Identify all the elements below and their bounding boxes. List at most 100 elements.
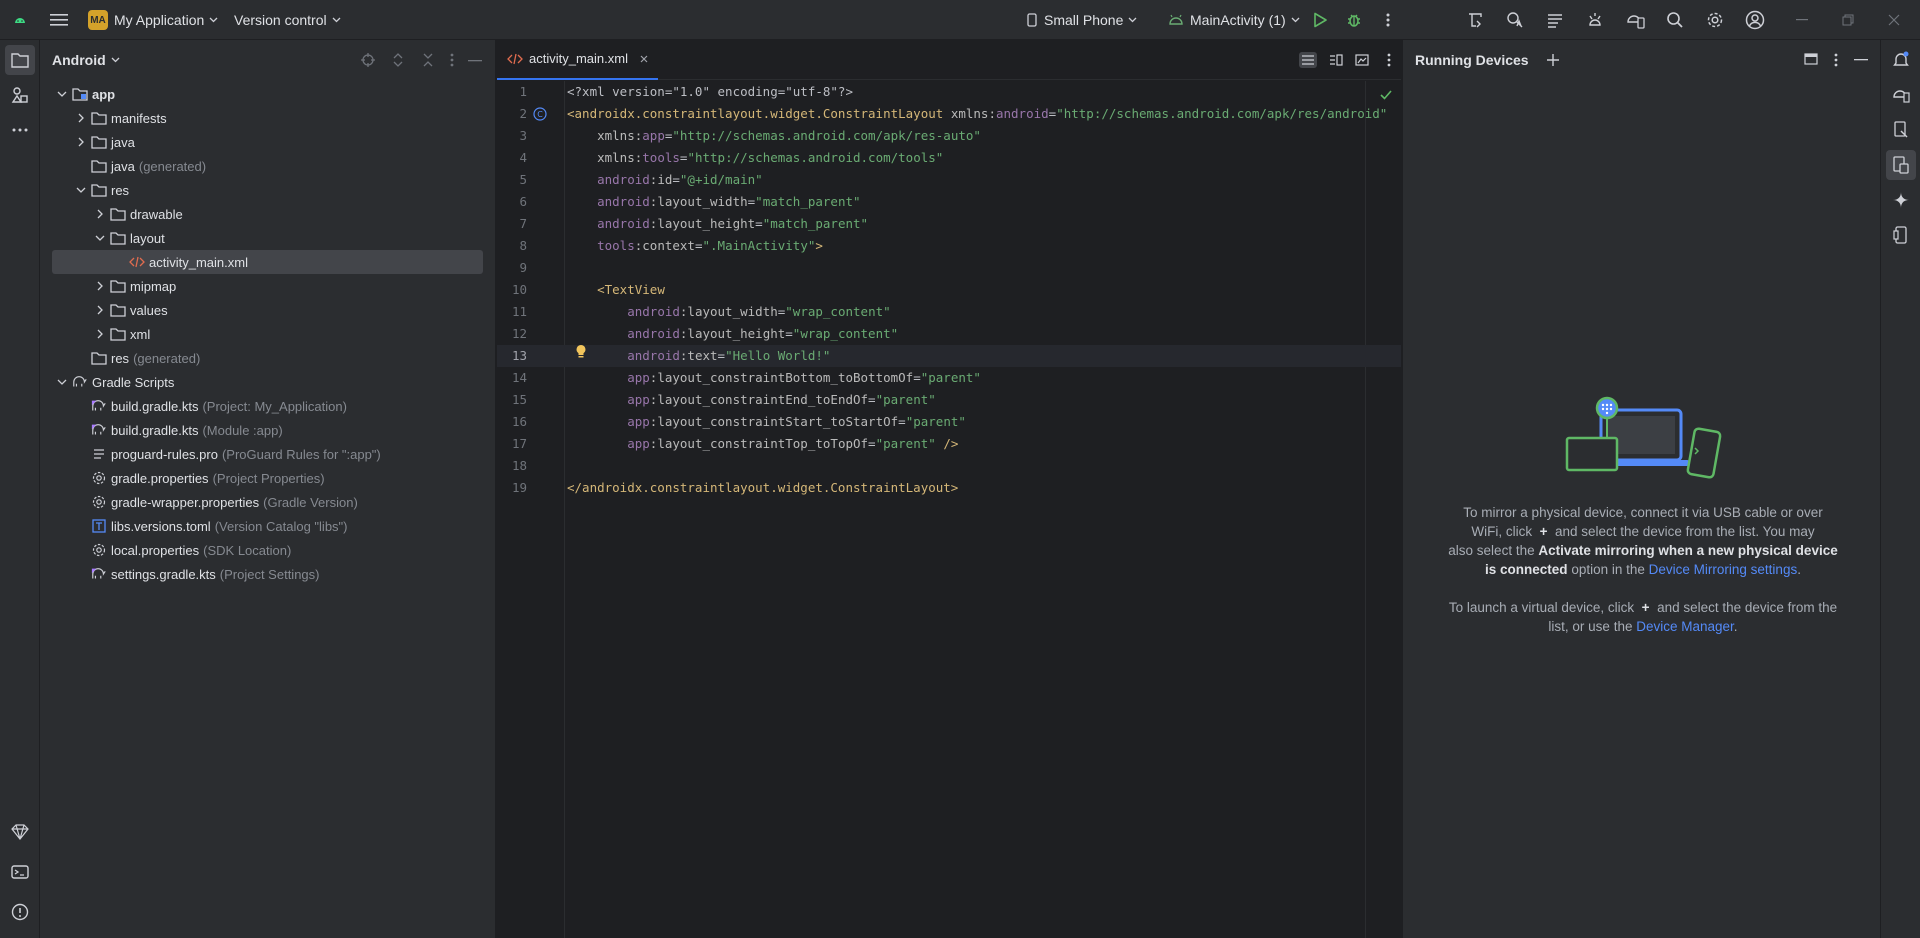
tree-item[interactable]: manifests xyxy=(40,106,495,130)
code-line[interactable]: 16 app:layout_constraintStart_toStartOf=… xyxy=(497,411,1401,433)
code-line[interactable]: 17 app:layout_constraintTop_toTopOf="par… xyxy=(497,433,1401,455)
debug-icon[interactable] xyxy=(1339,5,1369,35)
svg-text:C: C xyxy=(537,110,543,119)
device-selector[interactable]: Small Phone xyxy=(1020,6,1143,34)
run-icon[interactable] xyxy=(1305,5,1335,35)
tree-item-description: (ProGuard Rules for ":app") xyxy=(221,446,381,462)
code-editor[interactable]: 1 <?xml version="1.0" encoding="utf-8"?> 2… xyxy=(497,81,1401,938)
code-token: = xyxy=(672,172,680,187)
code-line[interactable]: 12 android:layout_height="wrap_content" xyxy=(497,323,1401,345)
code-text: android:layout_height="match_parent" xyxy=(567,213,868,235)
tree-item[interactable]: java (generated) xyxy=(40,154,495,178)
code-line[interactable]: 19 </androidx.constraintlayout.widget.Con… xyxy=(497,477,1401,499)
folder-icon xyxy=(110,278,126,294)
sync-gradle-icon[interactable] xyxy=(1460,5,1490,35)
account-icon[interactable] xyxy=(1740,5,1770,35)
problems-icon[interactable] xyxy=(5,897,35,927)
tree-item[interactable]: java xyxy=(40,130,495,154)
code-view-button[interactable] xyxy=(1299,52,1317,68)
tree-item[interactable]: local.properties (SDK Location) xyxy=(40,538,495,562)
chevron-right-icon[interactable] xyxy=(73,134,89,150)
search-icon[interactable] xyxy=(1660,5,1690,35)
tree-item[interactable]: drawable xyxy=(40,202,495,226)
chevron-right-icon[interactable] xyxy=(92,206,108,222)
chevron-down-icon[interactable] xyxy=(54,86,70,102)
profiler-icon[interactable] xyxy=(1580,5,1610,35)
main-menu-icon[interactable] xyxy=(44,5,74,35)
tree-item[interactable]: gradle-wrapper.properties (Gradle Version… xyxy=(40,490,495,514)
chevron-right-icon[interactable] xyxy=(92,326,108,342)
tree-item[interactable]: values xyxy=(40,298,495,322)
code-text: app:layout_constraintEnd_toEndOf="parent… xyxy=(567,389,936,411)
tree-item-label: gradle-wrapper.properties xyxy=(111,494,260,510)
close-window-icon[interactable] xyxy=(1879,5,1909,35)
tree-item[interactable]: Gradle Scripts xyxy=(40,370,495,394)
project-folder-icon[interactable] xyxy=(5,45,35,75)
device-manager-link[interactable]: Device Manager xyxy=(1636,619,1734,634)
tree-item[interactable]: res (generated) xyxy=(40,346,495,370)
code-line[interactable]: 18 xyxy=(497,455,1401,477)
layout-inspector-icon[interactable] xyxy=(1540,5,1570,35)
tree-item[interactable]: activity_main.xml xyxy=(52,250,483,274)
code-line[interactable]: 2 <androidx.constraintlayout.widget.Const… xyxy=(497,103,1401,125)
code-line[interactable]: 11 android:layout_width="wrap_content" xyxy=(497,301,1401,323)
code-line[interactable]: 14 app:layout_constraintBottom_toBottomO… xyxy=(497,367,1401,389)
code-line[interactable]: 7 android:layout_height="match_parent" xyxy=(497,213,1401,235)
tree-item[interactable]: xml xyxy=(40,322,495,346)
emulator-icon[interactable] xyxy=(1886,220,1916,250)
version-control-menu[interactable]: Version control xyxy=(228,6,347,34)
code-line[interactable]: 1 <?xml version="1.0" encoding="utf-8"?> xyxy=(497,81,1401,103)
chevron-right-icon[interactable] xyxy=(73,110,89,126)
device-mirroring-settings-link[interactable]: Device Mirroring settings xyxy=(1649,562,1798,577)
project-selector[interactable]: MA My Application xyxy=(82,6,224,34)
restore-window-icon[interactable] xyxy=(1833,5,1863,35)
notifications-icon[interactable] xyxy=(1886,45,1916,75)
more-actions-icon[interactable] xyxy=(1373,5,1403,35)
gear-icon[interactable] xyxy=(1700,5,1730,35)
code-line[interactable]: 9 xyxy=(497,257,1401,279)
code-line[interactable]: 8 tools:context=".MainActivity"> xyxy=(497,235,1401,257)
translate-icon[interactable] xyxy=(1500,5,1530,35)
minimize-window-icon[interactable] xyxy=(1787,5,1817,35)
chevron-right-icon[interactable] xyxy=(92,302,108,318)
tree-item[interactable]: mipmap xyxy=(40,274,495,298)
code-line[interactable]: 10 <TextView xyxy=(497,279,1401,301)
tab-activity-main-xml[interactable]: activity_main.xml xyxy=(497,40,658,80)
gemini-sparkle-icon[interactable] xyxy=(1886,185,1916,215)
chevron-down-icon[interactable] xyxy=(92,230,108,246)
code-line[interactable]: 3 xmlns:app="http://schemas.android.com/… xyxy=(497,125,1401,147)
running-devices-icon[interactable] xyxy=(1886,150,1916,180)
code-line[interactable]: 6 android:layout_width="match_parent" xyxy=(497,191,1401,213)
resource-manager-icon[interactable] xyxy=(5,80,35,110)
run-config-selector[interactable]: MainActivity (1) xyxy=(1162,6,1306,34)
tree-item[interactable]: res xyxy=(40,178,495,202)
tree-item-description: (Gradle Version) xyxy=(263,494,358,510)
tree-item[interactable]: libs.versions.toml (Version Catalog "libs… xyxy=(40,514,495,538)
device-manager-icon[interactable] xyxy=(1620,5,1650,35)
code-line[interactable]: 13 android:text="Hello World!" xyxy=(497,345,1401,367)
tree-item[interactable]: settings.gradle.kts (Project Settings) xyxy=(40,562,495,586)
more-tool-windows-icon[interactable] xyxy=(5,115,35,145)
tree-item[interactable]: build.gradle.kts (Project: My_Application… xyxy=(40,394,495,418)
chevron-right-icon[interactable] xyxy=(92,278,108,294)
mirror-instructions: To mirror a physical device, connect it … xyxy=(1448,505,1838,577)
gradle-icon xyxy=(72,374,88,390)
tree-item[interactable]: app xyxy=(40,82,495,106)
code-token: "parent" xyxy=(920,370,981,385)
code-line[interactable]: 4 xmlns:tools="http://schemas.android.co… xyxy=(497,147,1401,169)
device-explorer-icon[interactable] xyxy=(1886,115,1916,145)
chevron-down-icon[interactable] xyxy=(73,182,89,198)
toml-file-icon xyxy=(91,518,107,534)
device-manager-tool-icon[interactable] xyxy=(1886,80,1916,110)
code-line[interactable]: 5 android:id="@+id/main" xyxy=(497,169,1401,191)
project-view-selector[interactable]: Android xyxy=(40,40,495,80)
code-line[interactable]: 15 app:layout_constraintEnd_toEndOf="par… xyxy=(497,389,1401,411)
tree-item[interactable]: build.gradle.kts (Module :app) xyxy=(40,418,495,442)
gemini-icon[interactable] xyxy=(5,817,35,847)
tree-item[interactable]: layout xyxy=(40,226,495,250)
tree-item[interactable]: proguard-rules.pro (ProGuard Rules for ":… xyxy=(40,442,495,466)
tree-item[interactable]: gradle.properties (Project Properties) xyxy=(40,466,495,490)
chevron-down-icon[interactable] xyxy=(54,374,70,390)
terminal-icon[interactable] xyxy=(5,857,35,887)
